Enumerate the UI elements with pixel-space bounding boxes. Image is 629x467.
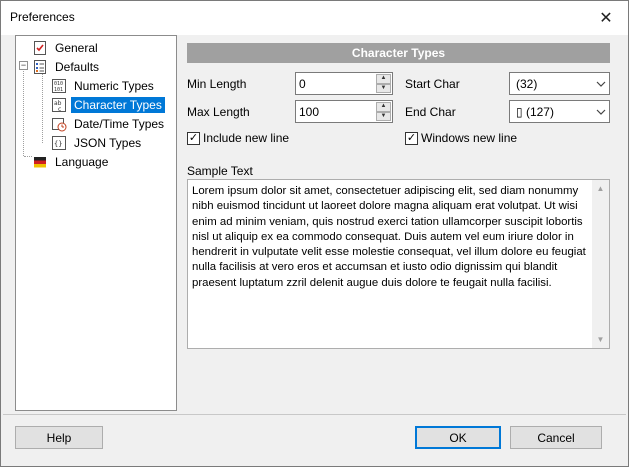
start-char-select[interactable]: (32) (509, 72, 610, 95)
spin-down-icon[interactable]: ▼ (376, 111, 391, 121)
max-length-label: Max Length (187, 105, 250, 119)
scroll-down-icon[interactable]: ▼ (592, 331, 609, 348)
min-length-spin-buttons: ▲ ▼ (376, 74, 391, 93)
json-types-icon: {} (51, 135, 67, 151)
checkmark-icon[interactable]: ✓ (187, 131, 200, 145)
svg-text:c: c (58, 106, 61, 113)
chevron-down-icon (593, 101, 609, 122)
scroll-up-icon[interactable]: ▲ (592, 180, 609, 197)
windows-new-line-checkbox[interactable]: ✓ Windows new line (405, 131, 517, 145)
preferences-window: Preferences ✕ General − Defaults 010 101 … (0, 0, 629, 467)
character-types-icon: ab c (51, 97, 67, 113)
tree-item-label: JSON Types (74, 135, 142, 150)
tree-item-general[interactable]: General (32, 38, 101, 57)
general-doc-icon (32, 40, 48, 56)
close-button[interactable]: ✕ (592, 5, 620, 31)
footer-separator (3, 414, 626, 415)
tree-item-numeric-types[interactable]: 010 101 Numeric Types (51, 76, 157, 95)
max-length-spin-buttons: ▲ ▼ (376, 102, 391, 121)
min-length-label: Min Length (187, 77, 247, 91)
sample-text-content: Lorem ipsum dolor sit amet, consectetuer… (192, 185, 586, 289)
tree-connector (42, 73, 43, 143)
title-bar: Preferences ✕ (1, 1, 628, 35)
tree-item-json-types[interactable]: {} JSON Types (51, 133, 144, 152)
tree-connector (23, 68, 24, 156)
svg-text:{}: {} (54, 140, 62, 148)
cancel-button[interactable]: Cancel (510, 426, 602, 449)
tree-item-language[interactable]: Language (32, 152, 111, 171)
vertical-scrollbar[interactable]: ▲ ▼ (592, 180, 609, 348)
tree-item-character-types[interactable]: ab c Character Types (51, 95, 165, 114)
spin-up-icon[interactable]: ▲ (376, 102, 391, 112)
language-flag-icon (32, 154, 48, 170)
chevron-down-icon (593, 73, 609, 94)
control-char-glyph: ▯ (516, 104, 523, 119)
spin-up-icon[interactable]: ▲ (376, 74, 391, 84)
end-char-select[interactable]: ▯ (127) (509, 100, 610, 123)
numeric-types-icon: 010 101 (51, 78, 67, 94)
datetime-types-icon (51, 116, 67, 132)
end-char-text: (127) (522, 104, 554, 119)
min-length-input[interactable] (296, 73, 376, 94)
end-char-label: End Char (405, 105, 456, 119)
min-length-spinner[interactable]: ▲ ▼ (295, 72, 393, 95)
spin-down-icon[interactable]: ▼ (376, 83, 391, 93)
sample-text-label: Sample Text (187, 164, 253, 178)
defaults-icon (32, 59, 48, 75)
tree-item-label: Language (55, 154, 109, 169)
tree-connector (24, 156, 32, 157)
start-char-value: (32) (516, 76, 538, 91)
include-new-line-label: Include new line (203, 131, 290, 145)
window-title: Preferences (10, 10, 75, 24)
tree-item-datetime-types[interactable]: Date/Time Types (51, 114, 167, 133)
tree-item-defaults[interactable]: Defaults (32, 57, 102, 76)
tree-item-label: General (55, 40, 98, 55)
svg-text:101: 101 (54, 87, 63, 93)
tree-item-label: Character Types (71, 96, 165, 113)
close-icon: ✕ (599, 10, 613, 27)
windows-new-line-label: Windows new line (421, 131, 518, 145)
checkmark-icon[interactable]: ✓ (405, 131, 418, 145)
tree-item-label: Numeric Types (74, 78, 154, 93)
section-header: Character Types (187, 43, 610, 63)
max-length-spinner[interactable]: ▲ ▼ (295, 100, 393, 123)
include-new-line-checkbox[interactable]: ✓ Include new line (187, 131, 289, 145)
max-length-input[interactable] (296, 101, 376, 122)
sample-text-area[interactable]: Lorem ipsum dolor sit amet, consectetuer… (187, 179, 610, 349)
help-button[interactable]: Help (15, 426, 103, 449)
start-char-label: Start Char (405, 77, 460, 91)
ok-button[interactable]: OK (415, 426, 501, 449)
end-char-value: ▯ (127) (510, 105, 593, 119)
tree-item-label: Date/Time Types (74, 116, 165, 131)
settings-tree: General − Defaults 010 101 Numeric Types … (15, 35, 177, 411)
tree-item-label: Defaults (55, 59, 100, 74)
collapse-defaults-toggle[interactable]: − (19, 61, 28, 70)
